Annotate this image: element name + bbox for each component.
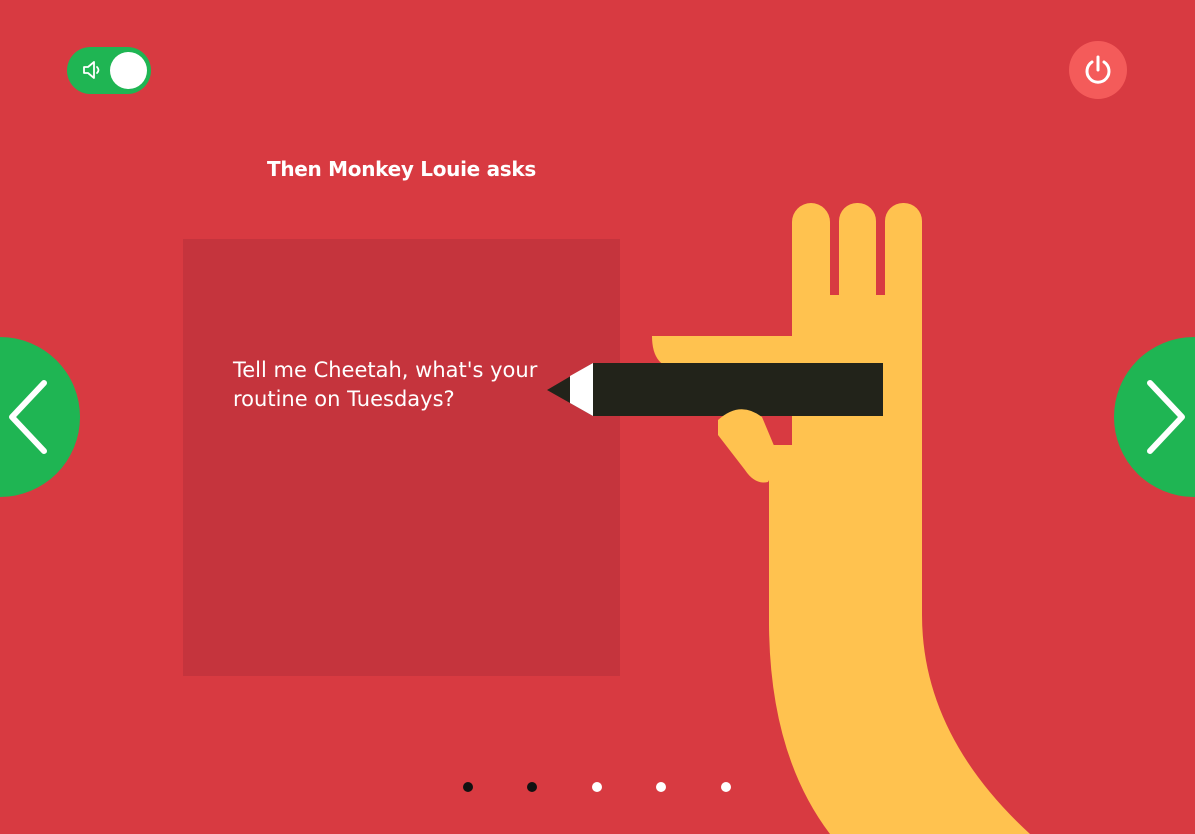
chevron-right-icon — [1147, 380, 1185, 454]
hand-holding-pencil-illustration — [547, 203, 1030, 834]
page-dot-3[interactable] — [592, 782, 602, 792]
slide: Then Monkey Louie asks Tell me Cheetah, … — [0, 0, 1195, 834]
chevron-left-icon — [9, 380, 47, 454]
speaker-icon — [83, 61, 100, 79]
page-dot-2[interactable] — [527, 782, 537, 792]
page-dot-5[interactable] — [721, 782, 731, 792]
toggle-knob — [110, 52, 147, 89]
power-icon — [1085, 55, 1111, 84]
question-text: Tell me Cheetah, what's your routine on … — [233, 358, 538, 411]
page-dot-4[interactable] — [656, 782, 666, 792]
power-button[interactable] — [1069, 41, 1127, 99]
sound-toggle[interactable] — [67, 47, 151, 94]
page-dot-1[interactable] — [463, 782, 473, 792]
page-title: Then Monkey Louie asks — [267, 157, 536, 181]
next-button[interactable] — [1114, 337, 1195, 497]
pagination — [0, 782, 1195, 794]
previous-button[interactable] — [0, 337, 80, 497]
